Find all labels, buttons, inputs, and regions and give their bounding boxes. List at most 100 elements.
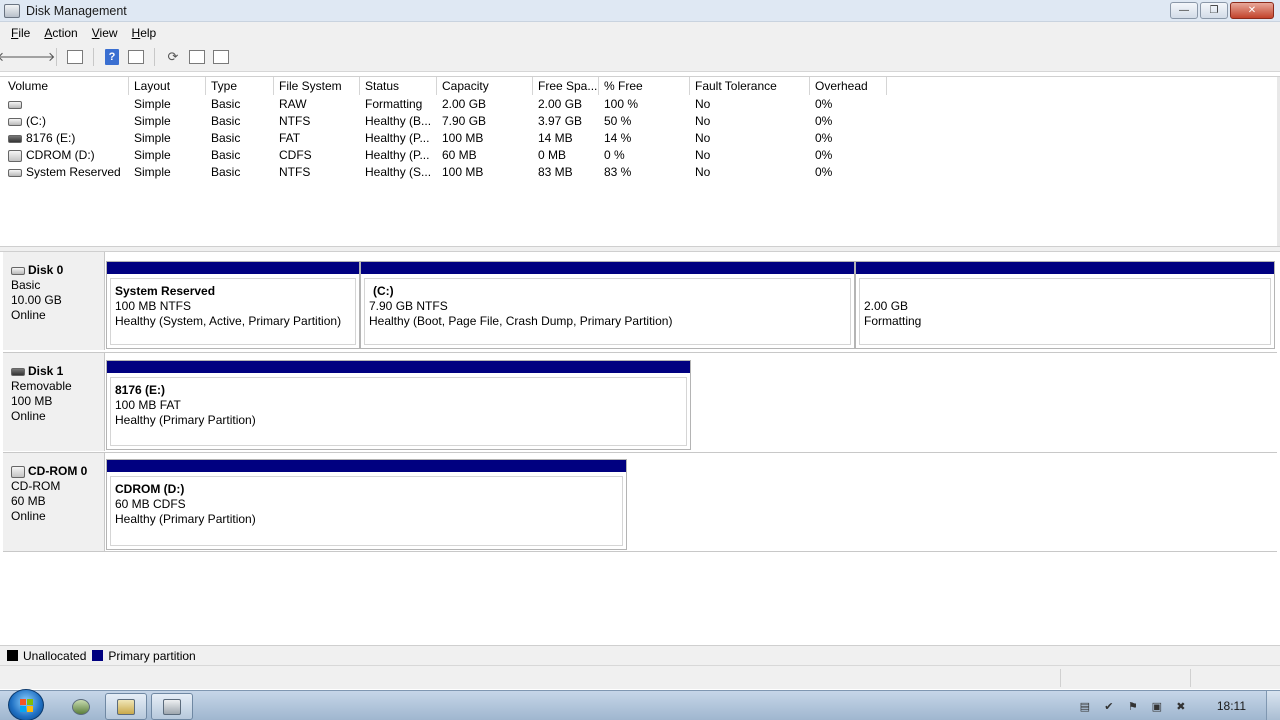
cdrom-0-label[interactable]: CD-ROM 0 CD-ROM 60 MB Online <box>3 453 105 551</box>
start-button[interactable] <box>8 689 44 720</box>
partition-size-fs: 100 MB NTFS <box>115 299 192 313</box>
volume-cell: CDROM (D:) <box>3 147 129 164</box>
column-header-status[interactable]: Status <box>360 77 437 95</box>
legend-unallocated: Unallocated <box>7 649 86 663</box>
status-pane <box>1190 669 1191 687</box>
overhead-cell: 0% <box>815 131 833 145</box>
percent-free-cell: 14 % <box>604 131 632 145</box>
legend-label: Unallocated <box>23 648 87 663</box>
network-icon[interactable]: ▣ <box>1149 698 1165 714</box>
column-header-layout[interactable]: Layout <box>129 77 206 95</box>
layout-cell: Simple <box>134 148 171 162</box>
network-check-icon[interactable]: ✔ <box>1101 698 1117 714</box>
taskbar-disk-management[interactable] <box>151 693 193 720</box>
menu-action[interactable]: Action <box>37 26 84 40</box>
free-space-cell: 3.97 GB <box>538 114 583 128</box>
document-icon[interactable]: ▤ <box>1077 698 1093 714</box>
disk-0-label[interactable]: Disk 0 Basic 10.00 GB Online <box>3 252 105 350</box>
volume-name: System Reserved <box>26 165 121 179</box>
disk-name-text: Disk 1 <box>28 364 64 378</box>
hard-disk-icon <box>11 266 25 275</box>
volume-name: (C:) <box>26 114 46 128</box>
disk-state: Online <box>11 308 46 322</box>
partition-d[interactable]: CDROM (D:) 60 MB CDFS Healthy (Primary P… <box>106 459 627 550</box>
properties-icon[interactable] <box>187 47 207 67</box>
percent-free-cell: 83 % <box>604 165 632 179</box>
clock[interactable]: 18:11 <box>1217 699 1246 713</box>
partition-info: 2.00 GB Formatting <box>859 278 1271 345</box>
column-header-volume[interactable]: Volume <box>3 77 129 95</box>
column-header-fault-tolerance[interactable]: Fault Tolerance <box>690 77 810 95</box>
partition-formatting[interactable]: 2.00 GB Formatting <box>855 261 1275 349</box>
column-header-file-system[interactable]: File System <box>274 77 360 95</box>
partition-name: 8176 (E:) <box>115 383 166 397</box>
menu-bar: File Action View Help <box>0 22 1280 43</box>
disk-size: 100 MB <box>11 394 53 408</box>
layout-cell: Simple <box>134 131 171 145</box>
maximize-button[interactable]: ❐ <box>1200 2 1228 19</box>
fault-tolerance-cell: No <box>695 97 711 111</box>
overhead-cell: 0% <box>815 165 833 179</box>
toolbar-separator <box>56 48 57 66</box>
partition-e[interactable]: 8176 (E:) 100 MB FAT Healthy (Primary Pa… <box>106 360 691 450</box>
disk-kind: Basic <box>11 278 41 292</box>
disk-properties-icon[interactable] <box>211 47 231 67</box>
taskbar-pinned-app[interactable] <box>60 693 102 720</box>
column-header-capacity[interactable]: Capacity <box>437 77 533 95</box>
app-icon <box>72 698 90 715</box>
capacity-cell: 2.00 GB <box>442 97 487 111</box>
fault-tolerance-cell: No <box>695 148 711 162</box>
partition-system-reserved[interactable]: System Reserved 100 MB NTFS Healthy (Sys… <box>106 261 360 349</box>
fault-tolerance-cell: No <box>695 114 711 128</box>
show-hide-console-tree-icon[interactable] <box>65 47 85 67</box>
partition-c[interactable]: (C:) 7.90 GB NTFS Healthy (Boot, Page Fi… <box>360 261 855 349</box>
flag-icon[interactable]: ⚑ <box>1125 698 1141 714</box>
primary-partition-swatch <box>92 650 104 661</box>
disk-row-divider <box>3 551 1277 552</box>
table-row[interactable]: System Reserved Simple Basic NTFS Health… <box>3 164 887 181</box>
table-row[interactable]: CDROM (D:) Simple Basic CDFS Healthy (P.… <box>3 147 887 164</box>
status-cell: Healthy (P... <box>365 131 430 145</box>
table-row[interactable]: 8176 (E:) Simple Basic FAT Healthy (P...… <box>3 130 887 147</box>
overhead-cell: 0% <box>815 148 833 162</box>
disk-management-app-icon[interactable] <box>4 3 20 18</box>
disk-1-label[interactable]: Disk 1 Removable 100 MB Online <box>3 353 105 451</box>
volume-muted-icon[interactable]: ✖ <box>1173 698 1189 714</box>
disk-size: 60 MB <box>11 494 46 508</box>
refresh-icon[interactable]: ⟳ <box>163 47 183 67</box>
primary-partition-bar <box>361 262 854 274</box>
disk-state: Online <box>11 509 46 523</box>
layout-cell: Simple <box>134 97 171 111</box>
show-action-pane-icon[interactable] <box>126 47 146 67</box>
capacity-cell: 60 MB <box>442 148 477 162</box>
show-desktop-button[interactable] <box>1266 691 1280 720</box>
status-cell: Formatting <box>365 97 423 111</box>
taskbar-explorer[interactable] <box>105 693 147 720</box>
drive-icon <box>8 168 22 177</box>
disk-name-text: CD-ROM 0 <box>28 464 88 478</box>
partition-size-fs: 100 MB FAT <box>115 398 181 412</box>
help-icon: ? <box>105 49 119 65</box>
table-row[interactable]: (C:) Simple Basic NTFS Healthy (B... 7.9… <box>3 113 887 130</box>
column-header-type[interactable]: Type <box>206 77 274 95</box>
menu-view[interactable]: View <box>85 26 125 40</box>
table-row[interactable]: Simple Basic RAW Formatting 2.00 GB 2.00… <box>3 96 887 113</box>
fault-tolerance-cell: No <box>695 131 711 145</box>
legend-primary-partition: Primary partition <box>92 649 196 663</box>
help-button[interactable]: ? <box>102 47 122 67</box>
menu-file[interactable]: File <box>4 26 37 40</box>
percent-free-cell: 100 % <box>604 97 639 111</box>
cdrom-drive-icon <box>8 149 22 162</box>
column-header-percent-free[interactable]: % Free <box>599 77 690 95</box>
forward-arrow-icon[interactable]: 🡒 <box>21 47 56 67</box>
status-bar <box>0 665 1280 689</box>
partition-info: 8176 (E:) 100 MB FAT Healthy (Primary Pa… <box>110 377 687 446</box>
menu-help[interactable]: Help <box>125 26 164 40</box>
free-space-cell: 14 MB <box>538 131 573 145</box>
capacity-cell: 7.90 GB <box>442 114 487 128</box>
close-button[interactable]: ✕ <box>1230 2 1274 19</box>
title-bar: Disk Management — ❐ ✕ <box>0 0 1280 22</box>
column-header-overhead[interactable]: Overhead <box>810 77 887 95</box>
column-header-free-space[interactable]: Free Spa... <box>533 77 599 95</box>
minimize-button[interactable]: — <box>1170 2 1198 19</box>
